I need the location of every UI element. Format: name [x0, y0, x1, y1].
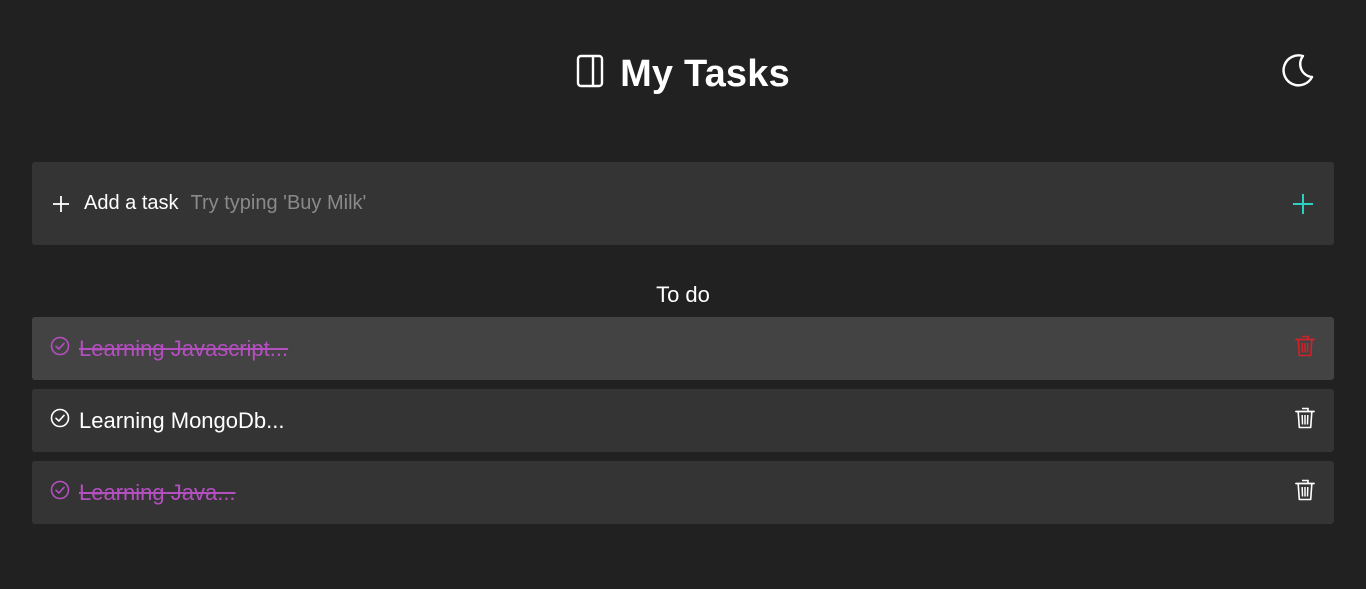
- task-item[interactable]: Learning Java...: [32, 461, 1334, 524]
- add-task-submit-button[interactable]: [1290, 191, 1316, 217]
- plus-icon: [1293, 193, 1313, 214]
- theme-toggle-button[interactable]: [1278, 52, 1318, 92]
- task-item[interactable]: Learning MongoDb...: [32, 389, 1334, 452]
- section-title: To do: [656, 282, 710, 307]
- task-item[interactable]: Learning Javascript...: [32, 317, 1334, 380]
- check-circle-icon[interactable]: [50, 480, 70, 500]
- trash-icon[interactable]: [1294, 334, 1316, 358]
- check-circle-icon[interactable]: [50, 408, 70, 428]
- check-circle-icon[interactable]: [50, 336, 70, 356]
- header: My Tasks: [0, 48, 1366, 100]
- plus-icon: [52, 195, 70, 213]
- add-task-label: Add a task: [84, 192, 179, 214]
- trash-icon[interactable]: [1294, 478, 1316, 502]
- app-root: My Tasks Add a task To do: [0, 0, 1366, 589]
- task-list: Learning Javascript... Learning MongoDb.…: [32, 317, 1334, 533]
- add-task-input[interactable]: [190, 192, 1290, 215]
- book-icon: [576, 54, 604, 88]
- moon-icon: [1279, 51, 1317, 94]
- add-task-bar[interactable]: Add a task: [32, 162, 1334, 245]
- task-text: Learning Javascript...: [79, 335, 289, 361]
- task-text: Learning MongoDb...: [79, 407, 285, 433]
- trash-icon[interactable]: [1294, 406, 1316, 430]
- task-text: Learning Java...: [79, 479, 236, 505]
- page-title: My Tasks: [620, 52, 790, 95]
- title-wrap: My Tasks: [576, 53, 790, 96]
